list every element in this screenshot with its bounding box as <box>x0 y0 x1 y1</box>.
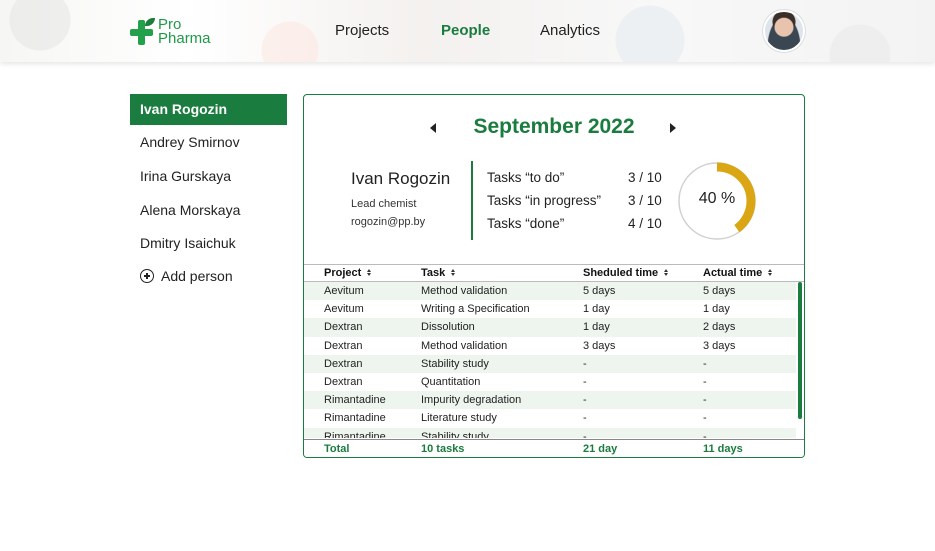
sidebar-person-alena-morskaya[interactable]: Alena Morskaya <box>130 195 287 226</box>
table-cell: Dissolution <box>421 321 475 334</box>
table-cell: Rimantadine <box>324 412 386 425</box>
add-person-button[interactable]: Add person <box>140 268 233 284</box>
month-title: September 2022 <box>473 115 635 138</box>
table-cell: - <box>703 412 707 425</box>
table-cell: 1 day <box>703 303 730 316</box>
user-avatar[interactable] <box>763 10 805 52</box>
footer-total-scheduled: 21 day <box>583 443 618 455</box>
stat-todo-value: 3 / 10 <box>628 170 662 185</box>
column-header-actual-time[interactable]: Actual time <box>703 267 773 279</box>
stat-in-progress-label: Tasks “in progress” <box>487 193 602 208</box>
table-row[interactable]: Dextran Quantitation - - <box>304 373 796 391</box>
sidebar-person-dmitry-isaichuk[interactable]: Dmitry Isaichuk <box>130 228 287 259</box>
table-row[interactable]: Rimantadine Impurity degradation - - <box>304 391 796 410</box>
person-detail-card: September 2022 Ivan Rogozin Lead chemist… <box>303 94 805 458</box>
sidebar-person-andrey-smirnov[interactable]: Andrey Smirnov <box>130 127 287 158</box>
table-cell: - <box>583 375 587 388</box>
table-row[interactable]: Aevitum Method validation 5 days 5 days <box>304 282 796 301</box>
table-row[interactable]: Dextran Method validation 3 days 3 days <box>304 337 796 355</box>
table-row[interactable]: Rimantadine Stability study - - <box>304 427 796 439</box>
progress-percent: 40 % <box>698 190 736 207</box>
table-cell: Impurity degradation <box>421 394 522 407</box>
table-cell: Stability study <box>421 357 489 370</box>
tasks-table-header: Project Task Sheduled time Actual time <box>304 264 804 282</box>
sidebar-person-ivan-rogozin[interactable]: Ivan Rogozin <box>130 94 287 125</box>
employee-role: Lead chemist <box>351 198 417 210</box>
column-header-task[interactable]: Task <box>421 267 456 279</box>
employee-email: rogozin@pp.by <box>351 216 426 228</box>
table-cell: 2 days <box>703 321 736 334</box>
table-cell: Stability study <box>421 430 489 439</box>
table-cell: Method validation <box>421 285 508 297</box>
table-cell: - <box>703 375 707 388</box>
stat-done-value: 4 / 10 <box>628 216 662 231</box>
table-cell: Quantitation <box>421 375 481 388</box>
footer-total-actual: 11 days <box>703 443 743 455</box>
logo-text: Pro Pharma <box>158 16 211 47</box>
table-cell: - <box>583 357 587 370</box>
prev-month-arrow-icon[interactable] <box>430 123 436 133</box>
table-cell: - <box>703 357 707 370</box>
table-cell: 5 days <box>583 285 616 297</box>
propharma-logo[interactable]: Pro Pharma <box>130 16 230 48</box>
plus-circle-icon <box>140 269 154 283</box>
nav-people[interactable]: People <box>441 22 490 39</box>
footer-total-label: Total <box>324 443 350 455</box>
sort-icon[interactable] <box>451 269 456 277</box>
table-cell: 5 days <box>703 285 736 297</box>
table-row[interactable]: Dextran Dissolution 1 day 2 days <box>304 318 796 337</box>
table-cell: - <box>583 394 587 407</box>
table-cell: 3 days <box>583 339 616 352</box>
table-cell: - <box>703 394 707 407</box>
nav-projects[interactable]: Projects <box>335 22 389 39</box>
table-cell: - <box>703 430 707 439</box>
sort-icon[interactable] <box>367 269 372 277</box>
table-cell: Rimantadine <box>324 430 386 439</box>
tasks-table-footer: Total 10 tasks 21 day 11 days <box>304 439 804 457</box>
table-scrollbar[interactable] <box>798 282 802 419</box>
stat-done-label: Tasks “done” <box>487 216 565 231</box>
table-row[interactable]: Dextran Stability study - - <box>304 354 796 373</box>
footer-total-tasks: 10 tasks <box>421 443 465 455</box>
table-row[interactable]: Aevitum Writing a Specification 1 day 1 day <box>304 300 796 318</box>
table-row[interactable]: Rimantadine Literature study - - <box>304 409 796 427</box>
table-cell: - <box>583 430 587 439</box>
table-cell: 3 days <box>703 339 736 352</box>
table-cell: Writing a Specification <box>421 303 530 316</box>
divider <box>471 161 473 240</box>
stat-todo-label: Tasks “to do” <box>487 170 565 185</box>
add-person-label: Add person <box>161 268 233 284</box>
table-cell: Aevitum <box>324 285 364 297</box>
sidebar-person-irina-gurskaya[interactable]: Irina Gurskaya <box>130 161 287 192</box>
table-cell: Dextran <box>324 339 363 352</box>
stat-in-progress-value: 3 / 10 <box>628 193 662 208</box>
cross-leaf-icon <box>130 18 155 46</box>
table-cell: Literature study <box>421 412 497 425</box>
tasks-table-body[interactable]: Aevitum Method validation 5 days 5 days Aevi… <box>304 282 796 438</box>
table-cell: Aevitum <box>324 303 364 316</box>
table-cell: Rimantadine <box>324 394 386 407</box>
table-cell: 1 day <box>583 321 610 334</box>
table-cell: - <box>583 412 587 425</box>
top-header: Pro Pharma Projects People Analytics <box>0 0 935 62</box>
table-cell: Dextran <box>324 321 363 334</box>
table-cell: 1 day <box>583 303 610 316</box>
column-header-scheduled-time[interactable]: Sheduled time <box>583 267 669 279</box>
table-cell: Method validation <box>421 339 508 352</box>
column-header-project[interactable]: Project <box>324 267 372 279</box>
nav-analytics[interactable]: Analytics <box>540 22 600 39</box>
table-cell: Dextran <box>324 357 363 370</box>
table-cell: Dextran <box>324 375 363 388</box>
next-month-arrow-icon[interactable] <box>670 123 676 133</box>
sort-icon[interactable] <box>768 269 773 277</box>
employee-name: Ivan Rogozin <box>351 169 451 188</box>
sort-icon[interactable] <box>664 269 669 277</box>
